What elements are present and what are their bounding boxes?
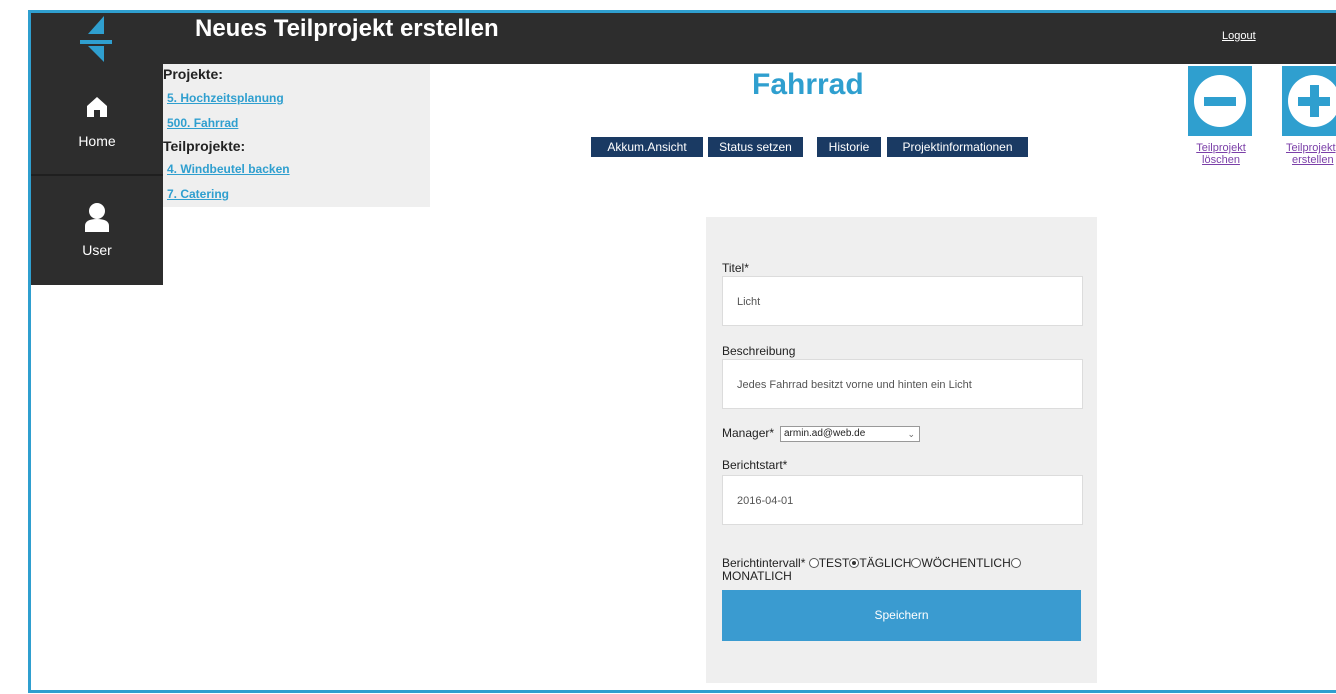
subprojects-heading: Teilprojekte: xyxy=(163,138,246,154)
tab-projektinformationen[interactable]: Projektinformationen xyxy=(887,137,1028,157)
manager-label: Manager* xyxy=(722,426,775,440)
project-name: Fahrrad xyxy=(752,68,864,101)
delete-subproject-label: Teilprojekt löschen xyxy=(1196,142,1246,166)
report-interval-label: Berichtintervall* xyxy=(722,556,806,570)
page-title: Neues Teilprojekt erstellen xyxy=(195,15,499,42)
sidebar-item-label: User xyxy=(82,242,112,258)
projects-heading: Projekte: xyxy=(163,66,223,82)
description-input[interactable]: Jedes Fahrrad besitzt vorne und hinten e… xyxy=(722,359,1083,409)
radio-monatlich[interactable] xyxy=(1010,558,1021,568)
sidebar-item-label: Home xyxy=(78,133,116,149)
subproject-form: Titel* Licht Beschreibung Jedes Fahrrad … xyxy=(706,217,1097,683)
project-link[interactable]: 5. Hochzeitsplanung xyxy=(167,91,284,105)
chevron-down-icon: ⌄ xyxy=(907,429,915,439)
radio-test[interactable] xyxy=(808,558,819,568)
report-start-label: Berichtstart* xyxy=(722,458,788,472)
radio-woechentlich[interactable] xyxy=(911,558,922,568)
tab-akkum-ansicht[interactable]: Akkum.Ansicht xyxy=(591,137,703,157)
project-tree: Projekte: 5. Hochzeitsplanung 500. Fahrr… xyxy=(163,64,430,207)
tab-status-setzen[interactable]: Status setzen xyxy=(708,137,803,157)
logo-icon[interactable] xyxy=(74,14,118,64)
title-input[interactable]: Licht xyxy=(722,276,1083,326)
tab-historie[interactable]: Historie xyxy=(817,137,881,157)
project-link[interactable]: 500. Fahrrad xyxy=(167,116,238,130)
manager-select[interactable]: armin.ad@web.de ⌄ xyxy=(780,426,920,442)
home-icon xyxy=(87,97,107,117)
logout-link[interactable]: Logout xyxy=(1222,30,1256,42)
sidebar-item-home[interactable]: Home xyxy=(31,64,163,176)
create-subproject-label: Teilprojekt erstellen xyxy=(1286,142,1336,166)
report-start-input[interactable]: 2016-04-01 xyxy=(722,475,1083,525)
subproject-link[interactable]: 4. Windbeutel backen xyxy=(167,162,290,176)
sidebar: Home User xyxy=(31,64,163,285)
plus-circle-icon xyxy=(1282,66,1336,136)
title-label: Titel* xyxy=(722,261,749,275)
user-icon xyxy=(85,203,109,232)
radio-taeglich[interactable] xyxy=(849,558,860,568)
save-button[interactable]: Speichern xyxy=(722,590,1081,641)
create-subproject-button[interactable]: Teilprojekt erstellen xyxy=(1282,66,1336,166)
sidebar-item-user[interactable]: User xyxy=(31,178,163,285)
report-interval-group: Berichtintervall* TEST TÄGLICH WÖCHENTLICH… xyxy=(722,557,1072,583)
subproject-link[interactable]: 7. Catering xyxy=(167,187,229,201)
description-label: Beschreibung xyxy=(722,344,796,358)
minus-circle-icon xyxy=(1188,66,1252,136)
delete-subproject-button[interactable]: Teilprojekt löschen xyxy=(1188,66,1254,166)
